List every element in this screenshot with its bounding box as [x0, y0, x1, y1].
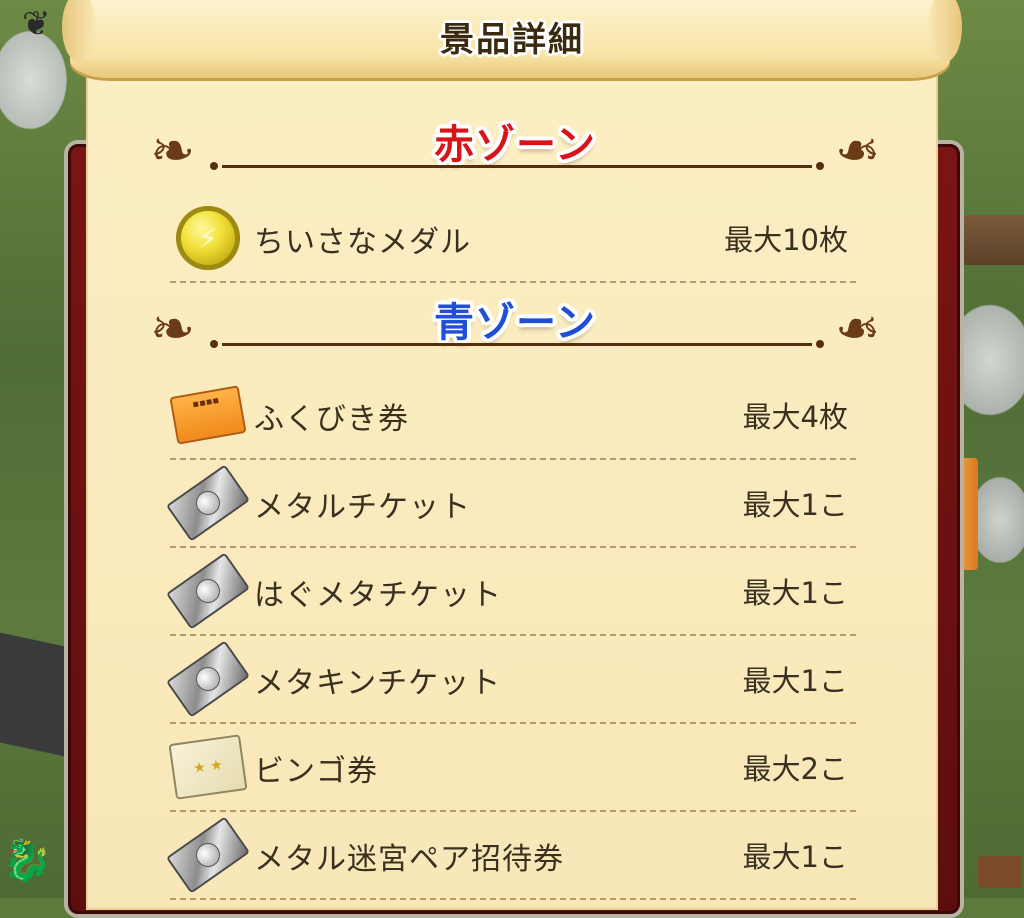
flourish-icon: ❧	[834, 119, 880, 182]
page-title: 景品詳細	[440, 20, 584, 60]
flourish-icon: ❧	[834, 297, 880, 360]
metal-ticket-icon	[165, 464, 251, 542]
prize-row[interactable]: ⚡ ちいさなメダル 最大10枚	[170, 195, 856, 283]
prize-name: ふくびき券	[254, 402, 409, 437]
zone-header-blue: ❧ 青ゾーン ❧	[150, 290, 880, 360]
prize-quantity: 最大2こ	[742, 752, 848, 786]
prize-name: メタル迷宮ペア招待券	[254, 842, 564, 877]
metal-labyrinth-pair-ticket-icon	[165, 816, 251, 894]
prize-quantity: 最大1こ	[742, 840, 848, 874]
background-road	[0, 632, 70, 758]
small-medal-icon: ⚡	[172, 205, 244, 271]
prize-row[interactable]: はぐメタチケット 最大1こ	[165, 548, 856, 636]
prize-name: メタルチケット	[254, 490, 471, 525]
prize-row[interactable]: メタルチケット 最大1こ	[165, 460, 856, 548]
prize-quantity: 最大10枚	[724, 223, 848, 257]
metakin-ticket-icon	[165, 640, 251, 718]
prize-quantity: 最大1こ	[742, 488, 848, 522]
prize-row[interactable]: メタル迷宮ペア招待券 最大1こ	[165, 812, 856, 900]
lottery-ticket-icon: ▪▪▪▪	[169, 382, 247, 448]
divider	[210, 340, 824, 348]
prize-row[interactable]: ★ ★ ビンゴ券 最大2こ	[168, 724, 856, 812]
zone-title-red: 赤ゾーン	[434, 122, 596, 168]
zone-header-red: ❧ 赤ゾーン ❧	[150, 112, 880, 182]
prize-quantity: 最大4枚	[742, 400, 848, 434]
prize-name: ビンゴ券	[254, 754, 378, 789]
background-bench	[978, 856, 1022, 888]
dragon-icon: 🐉	[2, 838, 52, 884]
prize-name: はぐメタチケット	[254, 578, 502, 613]
prize-row[interactable]: ▪▪▪▪ ふくびき券 最大4枚	[169, 372, 856, 460]
hagu-meta-ticket-icon	[165, 552, 251, 630]
bingo-ticket-icon: ★ ★	[168, 734, 248, 800]
prize-quantity: 最大1こ	[742, 576, 848, 610]
background-wall	[954, 215, 1024, 265]
divider	[210, 162, 824, 170]
prize-quantity: 最大1こ	[742, 664, 848, 698]
prize-name: メタキンチケット	[254, 666, 502, 701]
prize-row[interactable]: メタキンチケット 最大1こ	[165, 636, 856, 724]
prize-name: ちいさなメダル	[254, 225, 471, 260]
zone-title-blue: 青ゾーン	[434, 300, 596, 346]
